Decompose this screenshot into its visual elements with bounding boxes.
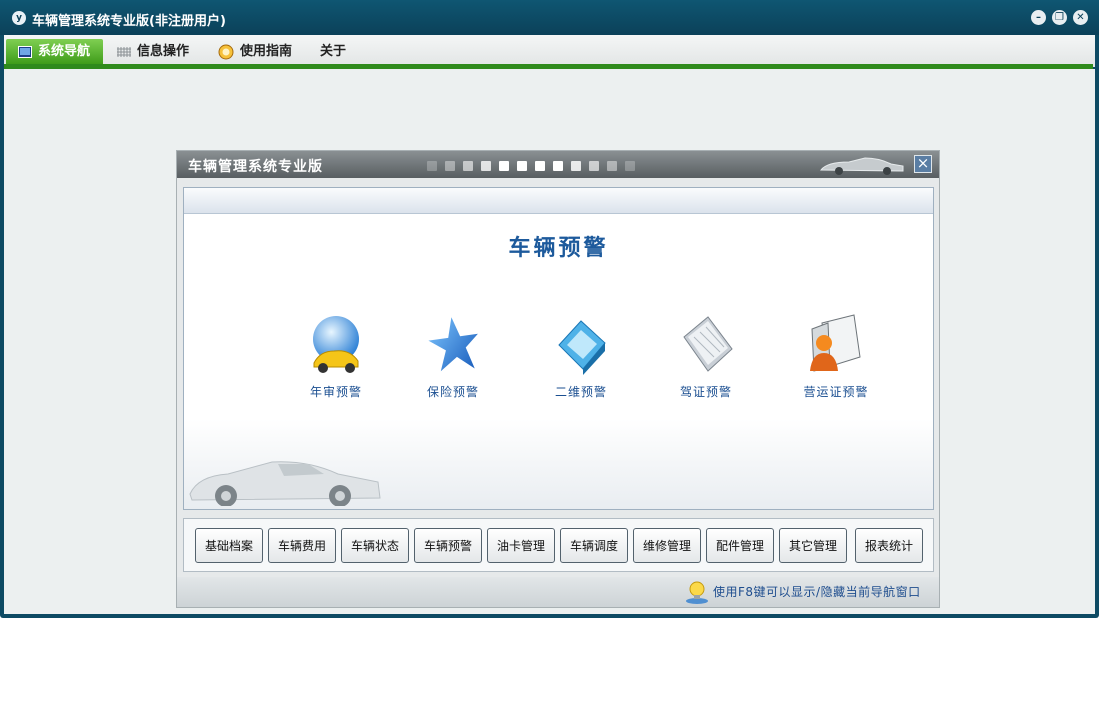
menu-item-guide[interactable]: 使用指南: [218, 39, 292, 64]
car-silhouette-icon: [820, 157, 904, 175]
star-icon: [428, 317, 478, 372]
monitor-icon: [18, 45, 32, 58]
warning-panel: 车辆预警 年审预警 保险预警 二维预警 驾证预警 营运证预警: [183, 187, 934, 510]
btn-dispatch[interactable]: 车辆调度: [560, 528, 628, 563]
menu-item-label: 信息操作: [137, 44, 190, 59]
btn-fuel-card[interactable]: 油卡管理: [487, 528, 555, 563]
app-logo-icon: y: [12, 11, 26, 25]
panel-title: 车辆预警: [508, 236, 609, 261]
lightbulb-icon: [686, 581, 708, 604]
restore-button[interactable]: ❐: [1052, 10, 1067, 25]
btn-parts[interactable]: 配件管理: [706, 528, 774, 563]
car-illustration-icon: [189, 461, 381, 506]
menu-item-label: 使用指南: [240, 44, 293, 59]
module-button-bar: 基础档案 车辆费用 车辆状态 车辆预警 油卡管理 车辆调度 维修管理 配件管理 …: [183, 518, 934, 572]
title-decoration: [427, 160, 643, 174]
dialog-title-bar[interactable]: 车辆管理系统专业版 ×: [177, 151, 939, 178]
close-button[interactable]: ✕: [1073, 10, 1088, 25]
btn-reports[interactable]: 报表统计: [855, 528, 923, 563]
menu-item-system-nav[interactable]: 系统导航: [6, 39, 103, 64]
menu-item-label: 系统导航: [38, 44, 91, 59]
dialog-footer: 使用F8键可以显示/隐藏当前导航窗口: [177, 577, 939, 607]
panel-header: [184, 188, 933, 214]
nav-dialog: 车辆管理系统专业版 × 车辆预警 年审预警 保险预警 二维预警 驾证预警 营运证…: [176, 150, 940, 608]
feature-annual-inspection[interactable]: 年审预警: [281, 313, 391, 400]
title-bar: y 车辆管理系统专业版(非注册用户) – ❐ ✕: [0, 0, 1099, 35]
btn-vehicle-cost[interactable]: 车辆费用: [268, 528, 336, 563]
app-window: y 车辆管理系统专业版(非注册用户) – ❐ ✕ 系统导航 信息操作 使用指南 …: [0, 0, 1099, 618]
grid-icon: [117, 46, 131, 57]
notebook-icon: [683, 316, 733, 372]
minimize-button[interactable]: –: [1031, 10, 1046, 25]
dialog-title: 车辆管理系统专业版: [188, 159, 323, 175]
btn-vehicle-status[interactable]: 车辆状态: [341, 528, 409, 563]
window-title: 车辆管理系统专业版(非注册用户): [32, 14, 226, 29]
feature-2d-warning[interactable]: 二维预警: [526, 313, 636, 400]
btn-other[interactable]: 其它管理: [779, 528, 847, 563]
menu-bar: 系统导航 信息操作 使用指南 关于: [4, 35, 1095, 67]
btn-vehicle-warning[interactable]: 车辆预警: [414, 528, 482, 563]
user-book-icon: [810, 314, 861, 372]
globe-car-icon: [313, 316, 359, 373]
feature-insurance[interactable]: 保险预警: [398, 313, 508, 400]
menu-item-label: 关于: [320, 44, 347, 59]
help-circle-icon: [218, 44, 234, 59]
folder-tablet-icon: [558, 320, 606, 375]
btn-repair[interactable]: 维修管理: [633, 528, 701, 563]
menu-item-info-ops[interactable]: 信息操作: [117, 39, 189, 64]
footer-tip: 使用F8键可以显示/隐藏当前导航窗口: [713, 585, 921, 599]
btn-basic-archive[interactable]: 基础档案: [195, 528, 263, 563]
feature-license[interactable]: 驾证预警: [651, 313, 761, 400]
menu-item-about[interactable]: 关于: [320, 39, 346, 64]
feature-operation-permit[interactable]: 营运证预警: [781, 313, 891, 400]
dialog-close-button[interactable]: ×: [914, 155, 932, 173]
